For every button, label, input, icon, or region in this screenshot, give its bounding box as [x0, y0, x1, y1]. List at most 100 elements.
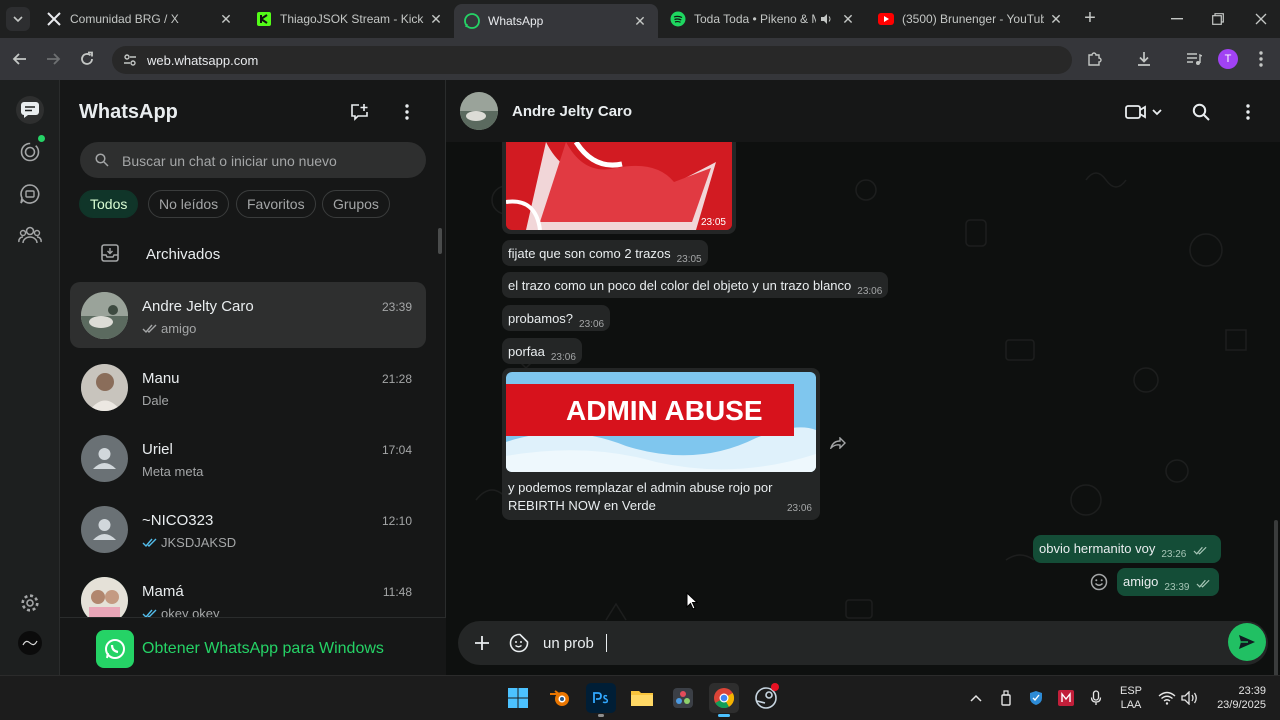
filter-favoritos[interactable]: Favoritos [236, 190, 316, 218]
close-tab-icon[interactable]: ✕ [840, 11, 856, 28]
address-bar[interactable]: web.whatsapp.com [112, 46, 1072, 74]
incoming-message[interactable]: fijate que son como 2 trazos 23:05 [502, 240, 708, 266]
taskbar-photoshop[interactable] [586, 683, 616, 717]
start-button[interactable] [503, 683, 533, 713]
get-windows-app-banner[interactable]: Obtener WhatsApp para Windows [60, 617, 446, 675]
message-time: 23:06 [579, 319, 605, 330]
outgoing-message[interactable]: amigo 23:39 [1117, 568, 1219, 596]
communities-nav-button[interactable] [16, 221, 44, 249]
back-button[interactable] [9, 48, 31, 70]
message-image[interactable] [506, 142, 732, 230]
attach-button[interactable] [470, 631, 494, 655]
filter-grupos[interactable]: Grupos [322, 190, 390, 218]
browser-tab-kick[interactable]: ThiagoJSOK Stream - Kick D ✕ [246, 4, 454, 34]
filter-no-leidos[interactable]: No leídos [148, 190, 230, 218]
profile-avatar[interactable]: T [1217, 48, 1239, 70]
message-text: y podemos remplazar el admin abuse rojo … [508, 480, 773, 495]
video-call-button[interactable] [1122, 100, 1166, 124]
tray-security[interactable] [1026, 688, 1046, 708]
browser-tab-x[interactable]: Comunidad BRG / X ✕ [36, 4, 244, 34]
tab-search-button[interactable] [6, 7, 30, 31]
send-button[interactable] [1228, 623, 1266, 661]
profile-avatar[interactable] [18, 631, 42, 655]
chat-preview: Dale [142, 393, 169, 408]
conversation-header[interactable]: Andre Jelty Caro [446, 80, 1280, 142]
close-tab-icon[interactable]: ✕ [218, 11, 234, 28]
downloads-button[interactable] [1133, 48, 1155, 70]
close-window-button[interactable] [1250, 8, 1272, 30]
conversation-scrollbar[interactable] [1274, 520, 1278, 675]
system-clock[interactable]: 23:39 23/9/2025 [1208, 684, 1266, 712]
image-message[interactable]: 23:05 [502, 142, 736, 234]
archived-row[interactable]: Archivados [60, 235, 440, 271]
message-composer[interactable]: un prob [458, 621, 1268, 665]
new-tab-button[interactable]: + [1080, 8, 1100, 29]
extensions-button[interactable] [1083, 48, 1105, 70]
message-input[interactable]: un prob [543, 635, 594, 652]
tab-title: Comunidad BRG / X [70, 12, 179, 26]
forward-button[interactable] [826, 431, 850, 455]
contact-name: Andre Jelty Caro [512, 103, 633, 120]
media-control-button[interactable] [1183, 48, 1205, 70]
close-tab-icon[interactable]: ✕ [1048, 11, 1064, 28]
outgoing-message[interactable]: obvio hermanito voy 23:26 [1033, 535, 1221, 563]
conversation-menu-button[interactable] [1236, 100, 1260, 124]
taskbar-chrome[interactable] [709, 683, 739, 717]
browser-tab-spotify[interactable]: Toda Toda • Pikeno & M ✕ [660, 4, 866, 34]
chat-item[interactable]: Mamá 11:48 okey okey [70, 567, 426, 617]
minimize-icon [1171, 18, 1183, 20]
react-button[interactable] [1087, 570, 1111, 594]
tray-usb[interactable] [996, 688, 1016, 708]
message-text: obvio hermanito voy [1039, 541, 1156, 556]
settings-nav-button[interactable] [16, 589, 44, 617]
taskbar-file-explorer[interactable] [627, 683, 657, 713]
incoming-message[interactable]: probamos? 23:06 [502, 305, 611, 331]
chat-item[interactable]: Manu 21:28 Dale [70, 354, 426, 420]
forward-button[interactable] [42, 48, 64, 70]
incoming-message[interactable]: porfaa 23:06 [502, 338, 582, 364]
contact-avatar[interactable] [460, 92, 498, 130]
chat-list-scrollbar[interactable] [438, 228, 442, 254]
channels-nav-button[interactable] [16, 180, 44, 208]
show-hidden-icons-button[interactable] [966, 688, 986, 708]
message-text: amigo [1123, 574, 1159, 589]
tray-app[interactable] [1056, 688, 1076, 708]
taskbar-steam[interactable] [751, 683, 781, 713]
site-info-icon[interactable] [122, 52, 138, 68]
taskbar-davinci[interactable] [668, 683, 698, 713]
minimize-button[interactable] [1166, 8, 1188, 30]
image-caption-message[interactable]: ADMIN ABUSE y podemos remplazar el admin… [502, 368, 820, 520]
chat-item[interactable]: Uriel 17:04 Meta meta [70, 425, 426, 491]
status-nav-button[interactable] [16, 135, 45, 166]
double-check-icon [142, 538, 158, 548]
browser-menu-button[interactable] [1250, 48, 1272, 70]
speaker-icon[interactable] [818, 11, 834, 27]
davinci-resolve-icon [673, 688, 693, 708]
incoming-message[interactable]: el trazo como un poco del color del obje… [502, 272, 889, 298]
sidebar-menu-button[interactable] [395, 100, 419, 124]
filter-todos[interactable]: Todos [79, 190, 139, 218]
close-tab-icon[interactable]: ✕ [428, 11, 444, 28]
input-language[interactable]: ESP LAA [1116, 684, 1146, 712]
new-chat-button[interactable] [348, 100, 372, 124]
windows-taskbar: ESP LAA 23:39 23/9/2025 [0, 675, 1280, 720]
sticker-button[interactable] [507, 631, 531, 655]
browser-tab-youtube[interactable]: (3500) Brunenger - YouTube ✕ [868, 4, 1074, 34]
close-tab-icon[interactable]: ✕ [632, 13, 648, 30]
tray-wifi[interactable] [1157, 688, 1177, 708]
browser-tab-whatsapp[interactable]: WhatsApp ✕ [454, 4, 658, 38]
nav-rail [0, 80, 60, 675]
chat-search-input[interactable]: Buscar un chat o iniciar uno nuevo [80, 142, 426, 178]
tray-volume[interactable] [1180, 688, 1200, 708]
chat-item[interactable]: ~NICO323 12:10 JKSDJAKSD [70, 496, 426, 562]
chats-nav-button[interactable] [16, 96, 44, 124]
message-image[interactable]: ADMIN ABUSE [506, 372, 816, 472]
tray-microphone[interactable] [1086, 688, 1106, 708]
restore-button[interactable] [1207, 8, 1229, 30]
avatar [81, 292, 128, 339]
search-icon [95, 153, 109, 167]
search-messages-button[interactable] [1189, 100, 1213, 124]
reload-button[interactable] [76, 48, 98, 70]
taskbar-blender[interactable] [545, 683, 575, 713]
chat-item[interactable]: Andre Jelty Caro 23:39 amigo [70, 282, 426, 348]
